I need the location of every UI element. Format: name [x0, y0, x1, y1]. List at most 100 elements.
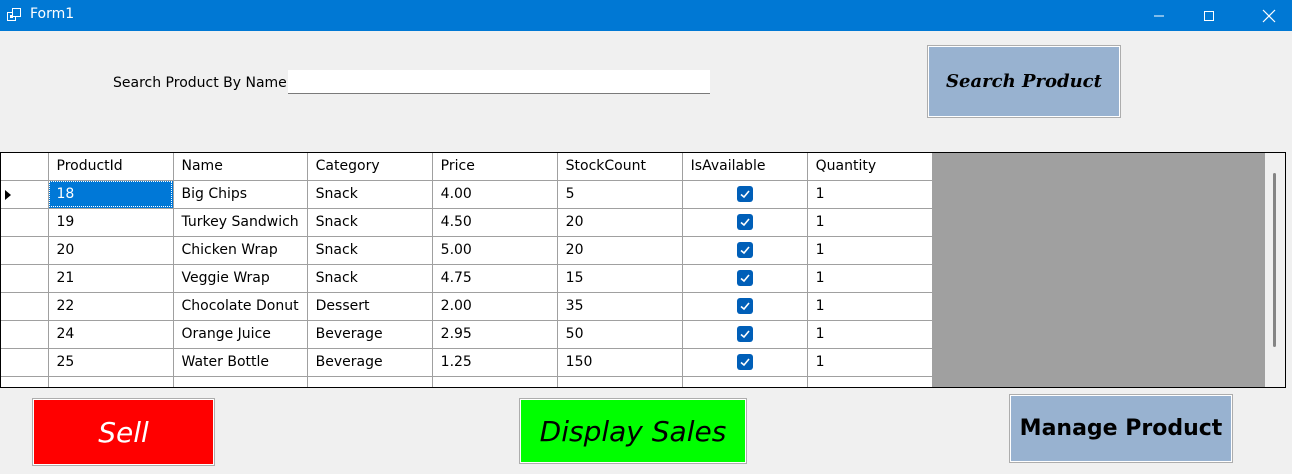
checkbox-checked-icon[interactable] [736, 242, 753, 258]
column-header-category[interactable]: Category [306, 153, 433, 181]
cell-quantity[interactable]: 1 [806, 347, 933, 377]
cell-productid[interactable]: 21 [47, 263, 174, 293]
checkbox-checked-icon[interactable] [736, 186, 753, 202]
cell-category[interactable]: Dessert [306, 291, 433, 321]
checkbox-checked-icon[interactable] [736, 214, 753, 230]
table-row[interactable]: 24 Orange Juice Beverage 2.95 50 1 [1, 319, 933, 349]
cell-quantity[interactable]: 1 [806, 235, 933, 265]
cell-category[interactable]: Snack [306, 207, 433, 237]
empty-cell[interactable] [47, 375, 174, 387]
row-header[interactable] [1, 291, 49, 321]
checkbox-checked-icon[interactable] [736, 326, 753, 342]
cell-name[interactable]: Turkey Sandwich [172, 207, 308, 237]
table-row[interactable]: 25 Water Bottle Beverage 1.25 150 1 [1, 347, 933, 377]
search-product-button[interactable]: Search Product [927, 45, 1121, 118]
cell-price[interactable]: 2.95 [431, 319, 558, 349]
cell-quantity[interactable]: 1 [806, 263, 933, 293]
cell-price[interactable]: 2.00 [431, 291, 558, 321]
checkbox-checked-icon[interactable] [736, 354, 753, 370]
row-header[interactable] [1, 263, 49, 293]
cell-quantity[interactable]: 1 [806, 179, 933, 209]
scroll-thumb[interactable] [1273, 173, 1276, 347]
cell-stockcount[interactable]: 150 [556, 347, 683, 377]
cell-name[interactable]: Chocolate Donut [172, 291, 308, 321]
cell-isavailable[interactable] [681, 347, 808, 377]
empty-cell[interactable] [306, 375, 433, 387]
cell-name[interactable]: Veggie Wrap [172, 263, 308, 293]
column-header-name[interactable]: Name [172, 153, 308, 181]
cell-stockcount[interactable]: 15 [556, 263, 683, 293]
cell-name[interactable]: Water Bottle [172, 347, 308, 377]
table-row-partial[interactable] [1, 375, 933, 387]
current-row-arrow-icon [5, 189, 11, 200]
cell-price[interactable]: 4.50 [431, 207, 558, 237]
cell-name[interactable]: Chicken Wrap [172, 235, 308, 265]
cell-productid[interactable]: 22 [47, 291, 174, 321]
cell-quantity[interactable]: 1 [806, 291, 933, 321]
maximize-button[interactable] [1186, 0, 1232, 31]
cell-productid[interactable]: 25 [47, 347, 174, 377]
cell-category[interactable]: Snack [306, 263, 433, 293]
row-header[interactable] [1, 347, 49, 377]
cell-category[interactable]: Beverage [306, 319, 433, 349]
row-header-corner[interactable] [1, 153, 49, 181]
cell-category[interactable]: Snack [306, 235, 433, 265]
cell-stockcount[interactable]: 20 [556, 207, 683, 237]
cell-isavailable[interactable] [681, 319, 808, 349]
search-input[interactable] [288, 70, 710, 94]
column-header-quantity[interactable]: Quantity [806, 153, 933, 181]
empty-cell[interactable] [431, 375, 558, 387]
cell-category[interactable]: Snack [306, 179, 433, 209]
row-header[interactable] [1, 179, 49, 209]
column-header-stockcount[interactable]: StockCount [556, 153, 683, 181]
vertical-scrollbar[interactable] [1265, 153, 1285, 387]
header-row: ProductId Name Category Price StockCount… [1, 153, 933, 181]
checkbox-checked-icon[interactable] [736, 270, 753, 286]
cell-price[interactable]: 1.25 [431, 347, 558, 377]
table-row[interactable]: 21 Veggie Wrap Snack 4.75 15 1 [1, 263, 933, 293]
cell-stockcount[interactable]: 5 [556, 179, 683, 209]
cell-price[interactable]: 4.00 [431, 179, 558, 209]
cell-price[interactable]: 4.75 [431, 263, 558, 293]
cell-stockcount[interactable]: 20 [556, 235, 683, 265]
cell-category[interactable]: Beverage [306, 347, 433, 377]
cell-quantity[interactable]: 1 [806, 319, 933, 349]
cell-isavailable[interactable] [681, 263, 808, 293]
sell-button[interactable]: Sell [32, 398, 215, 466]
empty-cell[interactable] [172, 375, 308, 387]
empty-cell[interactable] [806, 375, 933, 387]
table-row[interactable]: 22 Chocolate Donut Dessert 2.00 35 1 [1, 291, 933, 321]
cell-isavailable[interactable] [681, 179, 808, 209]
row-header[interactable] [1, 207, 49, 237]
cell-isavailable[interactable] [681, 291, 808, 321]
cell-quantity[interactable]: 1 [806, 207, 933, 237]
column-header-price[interactable]: Price [431, 153, 558, 181]
cell-productid[interactable]: 24 [47, 319, 174, 349]
manage-product-button[interactable]: Manage Product [1009, 394, 1233, 463]
cell-price[interactable]: 5.00 [431, 235, 558, 265]
products-grid[interactable]: ProductId Name Category Price StockCount… [0, 152, 1286, 388]
row-header[interactable] [1, 235, 49, 265]
empty-cell[interactable] [681, 375, 808, 387]
table-row[interactable]: 20 Chicken Wrap Snack 5.00 20 1 [1, 235, 933, 265]
close-button[interactable] [1246, 0, 1292, 31]
cell-isavailable[interactable] [681, 207, 808, 237]
display-sales-button[interactable]: Display Sales [519, 398, 747, 464]
column-header-isavailable[interactable]: IsAvailable [681, 153, 808, 181]
row-header[interactable] [1, 319, 49, 349]
cell-productid[interactable]: 19 [47, 207, 174, 237]
cell-name[interactable]: Big Chips [172, 179, 308, 209]
empty-cell[interactable] [556, 375, 683, 387]
cell-isavailable[interactable] [681, 235, 808, 265]
table-row[interactable]: 18 Big Chips Snack 4.00 5 1 [1, 179, 933, 209]
cell-productid[interactable]: 20 [47, 235, 174, 265]
row-header[interactable] [1, 375, 49, 387]
minimize-button[interactable] [1136, 0, 1182, 31]
cell-name[interactable]: Orange Juice [172, 319, 308, 349]
column-header-productid[interactable]: ProductId [47, 153, 174, 181]
cell-stockcount[interactable]: 35 [556, 291, 683, 321]
cell-productid[interactable]: 18 [47, 179, 174, 209]
table-row[interactable]: 19 Turkey Sandwich Snack 4.50 20 1 [1, 207, 933, 237]
cell-stockcount[interactable]: 50 [556, 319, 683, 349]
checkbox-checked-icon[interactable] [736, 298, 753, 314]
